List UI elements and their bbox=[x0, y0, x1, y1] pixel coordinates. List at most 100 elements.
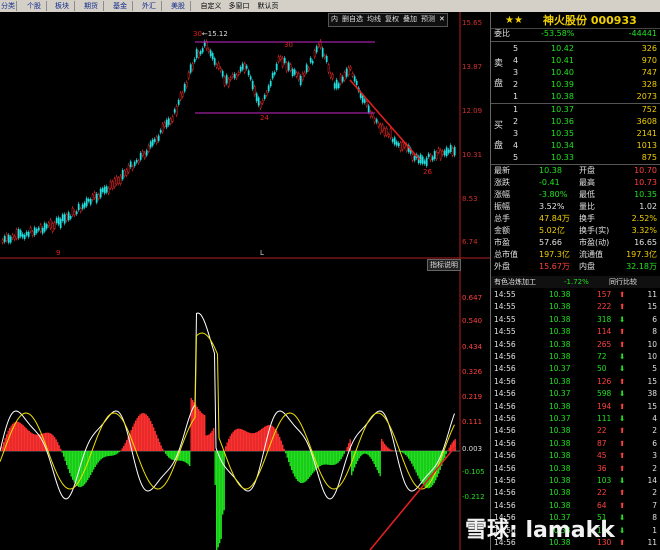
tick-row[interactable]: 14:56 10.38 72 ⬇ 10 bbox=[491, 351, 660, 363]
tool-overlay[interactable]: 叠加 bbox=[401, 14, 419, 25]
stat-row[interactable]: 总市值 197.3亿 流通值 197.3亿 bbox=[491, 249, 660, 261]
ask-row[interactable]: 4 10.41 970 bbox=[491, 55, 660, 67]
tab-forex[interactable]: 外汇 bbox=[137, 1, 162, 11]
tab-funds[interactable]: 基金 bbox=[108, 1, 133, 11]
stat-row[interactable]: 振幅 3.52% 量比 1.02 bbox=[491, 201, 660, 213]
tick-row[interactable]: 14:56 10.38 103 ⬇ 14 bbox=[491, 475, 660, 487]
tick-row[interactable]: 14:55 10.38 114 ⬆ 8 bbox=[491, 326, 660, 338]
candle bbox=[225, 75, 228, 84]
tool-adjust[interactable]: 复权 bbox=[383, 14, 401, 25]
candle bbox=[151, 139, 154, 146]
tick-row[interactable]: 14:56 10.38 64 ⬆ 7 bbox=[491, 500, 660, 512]
candle bbox=[341, 76, 344, 82]
stat-value: 32.18万 bbox=[626, 262, 657, 271]
tick-row[interactable]: 14:56 10.38 45 ⬆ 3 bbox=[491, 450, 660, 462]
macd-bar bbox=[169, 451, 171, 459]
candle bbox=[283, 57, 286, 63]
close-icon[interactable]: ✕ bbox=[437, 14, 447, 25]
macd-bar bbox=[187, 451, 189, 465]
tick-row[interactable]: 14:56 10.38 265 ⬆ 10 bbox=[491, 339, 660, 351]
stat-row[interactable]: 总手 47.84万 换手 2.52% bbox=[491, 213, 660, 225]
tab-futures[interactable]: 期货 bbox=[79, 1, 104, 11]
candle bbox=[333, 83, 336, 89]
tick-row[interactable]: 14:56 10.37 598 ⬇ 38 bbox=[491, 388, 660, 400]
tool-remove-watch[interactable]: 删自选 bbox=[340, 14, 365, 25]
tick-row[interactable]: 14:56 10.37 111 ⬇ 4 bbox=[491, 413, 660, 425]
macd-bar bbox=[76, 451, 78, 487]
tick-price: 10.38 bbox=[549, 352, 571, 361]
candle bbox=[89, 199, 92, 205]
candle bbox=[197, 51, 200, 58]
candle bbox=[193, 58, 196, 62]
star-icon[interactable]: ★★ bbox=[505, 13, 523, 29]
industry-name[interactable]: 有色冶炼加工 bbox=[494, 276, 536, 288]
candle bbox=[365, 101, 368, 106]
ask-level: 5 bbox=[513, 44, 519, 53]
tab-category[interactable]: 分类 bbox=[0, 1, 17, 11]
candle bbox=[55, 218, 58, 223]
macd-bar bbox=[16, 421, 18, 451]
ask-row[interactable]: 3 10.40 747 bbox=[491, 67, 660, 79]
stat-row[interactable]: 金额 5.02亿 换手(实) 3.32% bbox=[491, 225, 660, 237]
tick-row[interactable]: 14:56 10.38 87 ⬆ 6 bbox=[491, 438, 660, 450]
ask-price: 10.40 bbox=[551, 68, 574, 77]
stat-row[interactable]: 涨幅 -3.80% 最低 10.35 bbox=[491, 189, 660, 201]
tick-direction-icon: ⬇ bbox=[619, 389, 626, 399]
tab-sectors[interactable]: 板块 bbox=[50, 1, 75, 11]
tool-forecast[interactable]: 预测 bbox=[419, 14, 437, 25]
tick-count: 10 bbox=[647, 352, 657, 361]
macd-bar bbox=[201, 412, 203, 451]
tick-row[interactable]: 14:56 10.38 22 ⬆ 2 bbox=[491, 425, 660, 437]
tick-count: 6 bbox=[652, 314, 657, 324]
tick-row[interactable]: 14:56 10.38 22 ⬆ 2 bbox=[491, 487, 660, 499]
candle bbox=[201, 48, 204, 53]
ask-row[interactable]: 2 10.39 328 bbox=[491, 79, 660, 91]
macd-bar bbox=[96, 451, 98, 465]
macd-bar bbox=[138, 415, 140, 451]
peer-compare-link[interactable]: 同行比较 bbox=[609, 276, 637, 288]
tab-custom[interactable]: 自定义 bbox=[199, 1, 223, 11]
tick-volume: 103 bbox=[597, 476, 612, 485]
tool-ma[interactable]: 均线 bbox=[365, 14, 383, 25]
stat-row[interactable]: 市盈 57.66 市盈(动) 16.65 bbox=[491, 237, 660, 249]
stat-row[interactable]: 涨跌 -0.41 最高 10.73 bbox=[491, 177, 660, 189]
tick-row[interactable]: 14:56 10.38 194 ⬆ 15 bbox=[491, 401, 660, 413]
candle bbox=[191, 63, 194, 70]
candle bbox=[437, 148, 440, 153]
kline-chart[interactable] bbox=[0, 12, 490, 550]
macd-bar bbox=[321, 451, 323, 466]
candle bbox=[363, 99, 366, 103]
stat-row[interactable]: 外盘 15.67万 内盘 32.18万 bbox=[491, 261, 660, 273]
bid-row[interactable]: 2 10.36 3608 bbox=[491, 116, 660, 128]
candle bbox=[353, 76, 356, 82]
price-label: 12.09 bbox=[462, 107, 483, 115]
tick-row[interactable]: 14:55 10.38 157 ⬆ 11 bbox=[491, 289, 660, 301]
tab-multiwindow[interactable]: 多窗口 bbox=[226, 1, 252, 11]
tab-stocks[interactable]: 个股 bbox=[22, 1, 47, 11]
bid-row[interactable]: 1 10.37 752 bbox=[491, 104, 660, 116]
tick-row[interactable]: 14:55 10.38 222 ⬆ 15 bbox=[491, 301, 660, 313]
tick-direction-icon: ⬆ bbox=[619, 339, 626, 349]
indicator-help-button[interactable]: 指标说明 bbox=[427, 259, 461, 271]
macd-bar bbox=[445, 451, 447, 455]
tick-price: 10.37 bbox=[549, 389, 571, 399]
bid-row[interactable]: 5 10.33 875 bbox=[491, 152, 660, 164]
bid-row[interactable]: 3 10.35 2141 bbox=[491, 128, 660, 140]
tick-direction-icon: ⬆ bbox=[619, 500, 626, 510]
tab-default[interactable]: 默认页 bbox=[255, 1, 281, 11]
ask-row[interactable]: 5 10.42 326 bbox=[491, 43, 660, 55]
bid-row[interactable]: 4 10.34 1013 bbox=[491, 140, 660, 152]
tool-inner[interactable]: 内 bbox=[329, 14, 340, 25]
tab-us-stocks[interactable]: 美股 bbox=[166, 1, 191, 11]
tick-row[interactable]: 14:56 10.38 36 ⬆ 2 bbox=[491, 463, 660, 475]
macd-bar bbox=[375, 451, 377, 467]
stat-value: 47.84万 bbox=[539, 214, 570, 223]
candle bbox=[65, 214, 68, 221]
macd-bar bbox=[171, 451, 173, 460]
tick-row[interactable]: 14:55 10.38 318 ⬇ 6 bbox=[491, 314, 660, 326]
tick-row[interactable]: 14:56 10.37 50 ⬇ 5 bbox=[491, 363, 660, 375]
tick-row[interactable]: 14:56 10.38 126 ⬆ 15 bbox=[491, 376, 660, 388]
macd-bar bbox=[273, 426, 275, 451]
stat-row[interactable]: 最新 10.38 开盘 10.70 bbox=[491, 165, 660, 177]
ask-row[interactable]: 1 10.38 2073 bbox=[491, 91, 660, 103]
